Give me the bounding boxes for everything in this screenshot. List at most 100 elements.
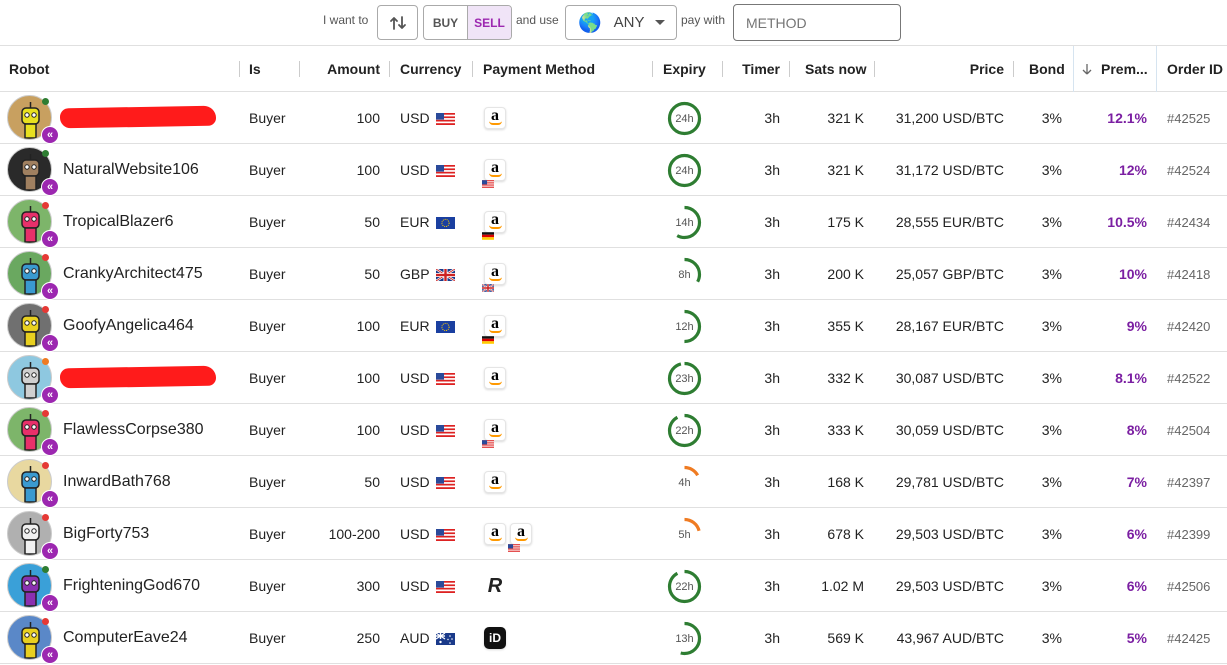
column-separator[interactable] [239, 61, 240, 77]
currency-select-value: ANY [613, 14, 645, 31]
currency-code: USD [400, 162, 430, 178]
table-row[interactable]: «FlawlessCorpse380 Buyer 100 USD a 22h 3h 333 K… [0, 404, 1227, 456]
us-flag-icon [435, 424, 455, 437]
order-id[interactable]: #42434 [1167, 196, 1210, 248]
chevrons-left-icon: « [41, 178, 59, 196]
timer: 3h [764, 630, 780, 646]
premium: 8% [1126, 422, 1147, 438]
amount: 100 [356, 318, 380, 334]
order-filter-bar: I want to BUY SELL and use 🌎 ANY pay wit… [0, 0, 1227, 45]
expiry-label: 24h [675, 164, 694, 177]
chevrons-left-icon: « [41, 646, 59, 664]
table-row[interactable]: «NaturalWebsite106 Buyer 100 USD a 24h 3h 321 K… [0, 144, 1227, 196]
column-separator[interactable] [389, 61, 390, 77]
payment-methods: a [482, 144, 506, 196]
table-row[interactable]: « Buyer 100 USD a 23h 3h 332 K 30,087 USD/BTC 3% 8… [0, 352, 1227, 404]
amazon-icon: a [482, 159, 506, 188]
column-header-currency[interactable]: Currency [400, 46, 461, 92]
table-row[interactable]: «CrankyArchitect475 Buyer 50 GBP a 8h 3h 200 K 2… [0, 248, 1227, 300]
order-id[interactable]: #42425 [1167, 612, 1210, 664]
sats-now: 168 K [827, 474, 864, 490]
order-id[interactable]: #42418 [1167, 248, 1210, 300]
column-header-is[interactable]: Is [249, 46, 261, 92]
column-separator[interactable] [472, 61, 473, 77]
robot-nickname[interactable]: FlawlessCorpse380 [63, 404, 204, 456]
column-header-timer[interactable]: Timer [732, 46, 780, 92]
timer: 3h [764, 526, 780, 542]
column-separator[interactable] [874, 61, 875, 77]
sats-now: 1.02 M [821, 578, 864, 594]
chevrons-left-icon: « [41, 594, 59, 612]
sats-now: 678 K [827, 526, 864, 542]
order-type: Buyer [249, 318, 286, 334]
column-separator[interactable] [789, 61, 790, 77]
column-header-expiry[interactable]: Expiry [663, 46, 706, 92]
status-dot [42, 462, 49, 469]
column-header-payment-method[interactable]: Payment Method [483, 46, 595, 92]
amount: 50 [364, 266, 380, 282]
timer: 3h [764, 474, 780, 490]
status-dot [42, 202, 49, 209]
table-row[interactable]: «InwardBath768 Buyer 50 USD a 4h 3h 168 K 29,781… [0, 456, 1227, 508]
order-id[interactable]: #42399 [1167, 508, 1210, 560]
order-id[interactable]: #42420 [1167, 300, 1210, 352]
order-id[interactable]: #42522 [1167, 352, 1210, 404]
currency-select[interactable]: 🌎 ANY [565, 5, 677, 40]
table-row[interactable]: «GoofyAngelica464 Buyer 100 EUR a 12h 3h 355 K 2… [0, 300, 1227, 352]
robot-nickname[interactable]: FrighteningGod670 [63, 560, 200, 612]
timer: 3h [764, 214, 780, 230]
bond: 3% [1041, 110, 1062, 126]
column-header-order-id[interactable]: Order ID [1167, 46, 1223, 92]
swap-direction-button[interactable] [377, 5, 418, 40]
table-row[interactable]: « Buyer 100 USD a 24h 3h 321 K 31,200 USD/BTC 3% 1… [0, 92, 1227, 144]
expiry-label: 24h [675, 112, 694, 125]
column-header-amount[interactable]: Amount [310, 46, 380, 92]
robot-nickname[interactable]: InwardBath768 [63, 456, 171, 508]
robot-nickname[interactable]: GoofyAngelica464 [63, 300, 194, 352]
order-type: Buyer [249, 526, 286, 542]
column-separator[interactable] [299, 61, 300, 77]
column-header-robot[interactable]: Robot [9, 46, 49, 92]
payment-methods: a [484, 456, 506, 508]
timer: 3h [764, 162, 780, 178]
column-header-sats-now[interactable]: Sats now [805, 46, 866, 92]
robot-nickname[interactable]: ComputerEave24 [63, 612, 188, 664]
order-id[interactable]: #42397 [1167, 456, 1210, 508]
robot-nickname[interactable]: NaturalWebsite106 [63, 144, 199, 196]
i-want-to-label: I want to [323, 13, 369, 27]
price: 31,200 USD/BTC [895, 110, 1004, 126]
premium: 8.1% [1115, 370, 1147, 386]
buy-button[interactable]: BUY [424, 6, 467, 39]
chevrons-left-icon: « [41, 334, 59, 352]
payment-methods: a [482, 196, 506, 248]
column-header-premium-label: Prem... [1101, 61, 1148, 77]
chevrons-left-icon: « [41, 126, 59, 144]
order-id[interactable]: #42504 [1167, 404, 1210, 456]
sell-button[interactable]: SELL [467, 6, 511, 39]
table-row[interactable]: «BigForty753 Buyer 100-200 USD a a 5h 3h 678 K 29… [0, 508, 1227, 560]
order-id[interactable]: #42506 [1167, 560, 1210, 612]
column-header-price[interactable]: Price [885, 46, 1004, 92]
robot-nickname[interactable]: TropicalBlazer6 [63, 196, 174, 248]
table-row[interactable]: «FrighteningGod670 Buyer 300 USD R 22h 3h 1.02 … [0, 560, 1227, 612]
robot-nickname[interactable]: CrankyArchitect475 [63, 248, 203, 300]
column-separator[interactable] [652, 61, 653, 77]
column-separator[interactable] [1013, 61, 1014, 77]
order-type: Buyer [249, 214, 286, 230]
table-header: Robot Is Amount Currency Payment Method … [0, 46, 1227, 92]
column-header-premium[interactable]: Prem... [1080, 46, 1148, 92]
order-id[interactable]: #42524 [1167, 144, 1210, 196]
table-row[interactable]: «ComputerEave24 Buyer 250 AUD iD 13h 3h 569 K 43… [0, 612, 1227, 664]
robot-nickname[interactable]: BigForty753 [63, 508, 149, 560]
table-row[interactable]: «TropicalBlazer6 Buyer 50 EUR a 14h 3h 175 K 28,… [0, 196, 1227, 248]
expiry-label: 22h [675, 580, 694, 593]
payment-method-input[interactable] [733, 4, 901, 41]
chevrons-left-icon: « [41, 386, 59, 404]
column-header-bond[interactable]: Bond [1029, 46, 1065, 92]
status-dot [42, 150, 49, 157]
premium: 12% [1118, 162, 1147, 178]
column-separator[interactable] [722, 61, 723, 77]
amazon-icon: a [482, 211, 506, 240]
order-id[interactable]: #42525 [1167, 92, 1210, 144]
timer: 3h [764, 578, 780, 594]
